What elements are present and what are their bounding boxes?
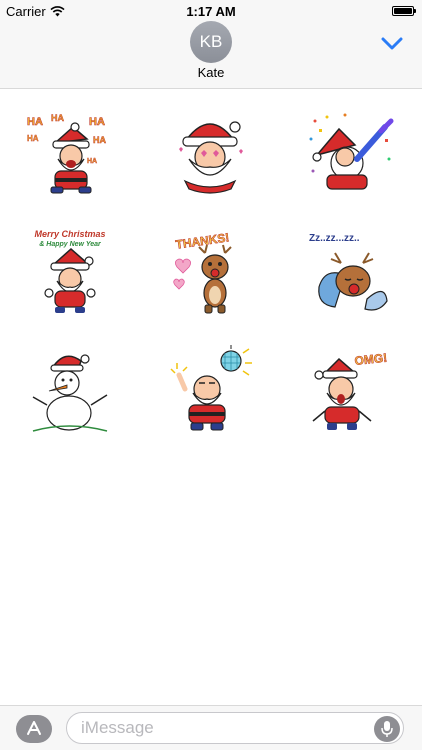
svg-text:HA: HA xyxy=(51,113,64,123)
sticker-reindeer-sleeping[interactable]: Zz..zz...zz.. xyxy=(280,213,420,331)
svg-text:HA: HA xyxy=(27,116,43,128)
santa-disco-image xyxy=(170,345,252,431)
svg-text:Zz..zz...zz..: Zz..zz...zz.. xyxy=(309,233,360,244)
svg-text:HA: HA xyxy=(87,158,97,165)
avatar-initials: KB xyxy=(199,32,223,51)
carrier-label: Carrier xyxy=(6,3,46,19)
sticker-santa-love[interactable] xyxy=(140,95,280,213)
compose-bar xyxy=(0,705,422,750)
reindeer-sleeping-image: Zz..zz...zz.. xyxy=(309,233,388,311)
battery-icon xyxy=(392,6,416,16)
message-input[interactable] xyxy=(66,712,404,744)
svg-text:THANKS!: THANKS! xyxy=(175,230,230,251)
microphone-icon[interactable] xyxy=(374,716,400,742)
chevron-down-icon[interactable] xyxy=(380,34,404,52)
sticker-grid: HA HA HA HA HA HA Merry Christmas & Happ… xyxy=(0,95,422,449)
avatar[interactable]: KB xyxy=(190,21,232,63)
svg-text:OMG!: OMG! xyxy=(354,351,388,368)
sticker-santa-merry-christmas[interactable]: Merry Christmas & Happy New Year xyxy=(0,213,140,331)
svg-text:HA: HA xyxy=(89,116,105,128)
sticker-santa-disco[interactable] xyxy=(140,331,280,449)
svg-text:Merry Christmas: Merry Christmas xyxy=(34,229,105,239)
imessage-screen: KB Kate Carrier 1:17 AM HA HA HA HA HA H… xyxy=(0,0,422,750)
svg-text:HA: HA xyxy=(93,135,106,145)
snowman-image xyxy=(32,354,108,432)
app-store-icon[interactable] xyxy=(16,715,52,743)
sticker-santa-laughing[interactable]: HA HA HA HA HA HA xyxy=(0,95,140,213)
santa-party-image xyxy=(309,113,394,190)
santa-love-image xyxy=(179,121,243,194)
sticker-snowman[interactable] xyxy=(0,331,140,449)
svg-text:HA: HA xyxy=(27,134,39,143)
contact-name[interactable]: Kate xyxy=(0,65,422,80)
status-bar: Carrier 1:17 AM xyxy=(0,0,422,22)
santa-laughing-image: HA HA HA HA HA HA xyxy=(27,113,107,194)
santa-merry-christmas-image: Merry Christmas & Happy New Year xyxy=(34,229,106,313)
svg-text:& Happy New Year: & Happy New Year xyxy=(39,241,102,248)
reindeer-thanks-image: THANKS! xyxy=(173,230,232,314)
sticker-santa-omg[interactable]: OMG! xyxy=(280,331,420,449)
santa-omg-image: OMG! xyxy=(312,350,388,430)
sticker-reindeer-thanks[interactable]: THANKS! xyxy=(140,213,280,331)
sticker-santa-party[interactable] xyxy=(280,95,420,213)
wifi-icon xyxy=(50,5,65,16)
battery-fill xyxy=(394,8,412,14)
